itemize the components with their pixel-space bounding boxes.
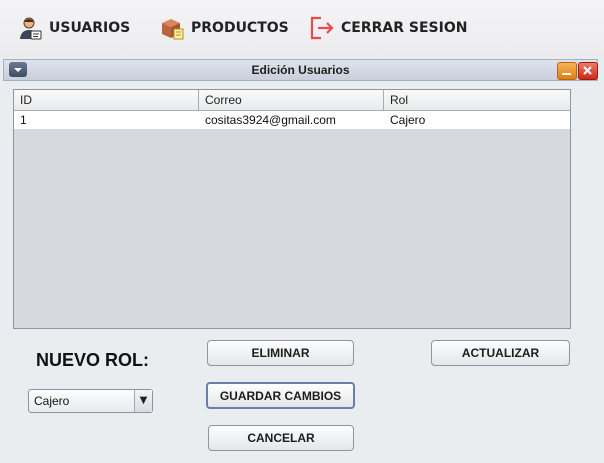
menu-cerrar-sesion-label: CERRAR SESION [341,20,468,36]
main-menubar: USUARIOS PRODUCTOS CERRAR SESION [0,0,604,56]
menu-cerrar-sesion[interactable]: CERRAR SESION [309,13,467,43]
guardar-cambios-button[interactable]: GUARDAR CAMBIOS [206,382,355,409]
menu-productos-label: PRODUCTOS [191,20,289,36]
dropdown-arrow-icon[interactable]: ▼ [134,390,152,412]
menu-usuarios-label: USUARIOS [49,20,131,36]
edicion-usuarios-window: Edición Usuarios ID Correo Rol 1 cositas… [0,56,604,463]
minimize-icon [562,73,571,75]
logout-icon [309,15,335,41]
menu-productos[interactable]: PRODUCTOS [159,13,289,43]
actualizar-button[interactable]: ACTUALIZAR [431,340,570,366]
cell-rol: Cajero [390,113,426,127]
column-header-rol[interactable]: Rol [384,90,570,110]
cell-id: 1 [20,113,27,127]
column-header-id[interactable]: ID [14,90,199,110]
minimize-button[interactable] [557,62,577,80]
cell-correo: cositas3924@gmail.com [205,113,336,127]
package-icon [159,15,185,41]
users-table[interactable]: ID Correo Rol 1 cositas3924@gmail.com Ca… [13,89,571,329]
rol-select[interactable]: Cajero ▼ [28,389,153,413]
close-icon [583,66,592,75]
eliminar-button[interactable]: ELIMINAR [207,340,354,366]
menu-usuarios[interactable]: USUARIOS [17,13,130,43]
user-icon [17,15,43,41]
table-row[interactable]: 1 cositas3924@gmail.com Cajero [14,111,570,129]
cancelar-button[interactable]: CANCELAR [208,425,354,451]
table-header: ID Correo Rol [14,90,570,111]
nuevo-rol-label: NUEVO ROL: [36,350,150,370]
rol-select-value: Cajero [34,394,70,408]
window-titlebar[interactable]: Edición Usuarios [3,59,598,81]
close-button[interactable] [578,62,598,80]
column-header-correo[interactable]: Correo [199,90,384,110]
window-title: Edición Usuarios [251,63,350,77]
